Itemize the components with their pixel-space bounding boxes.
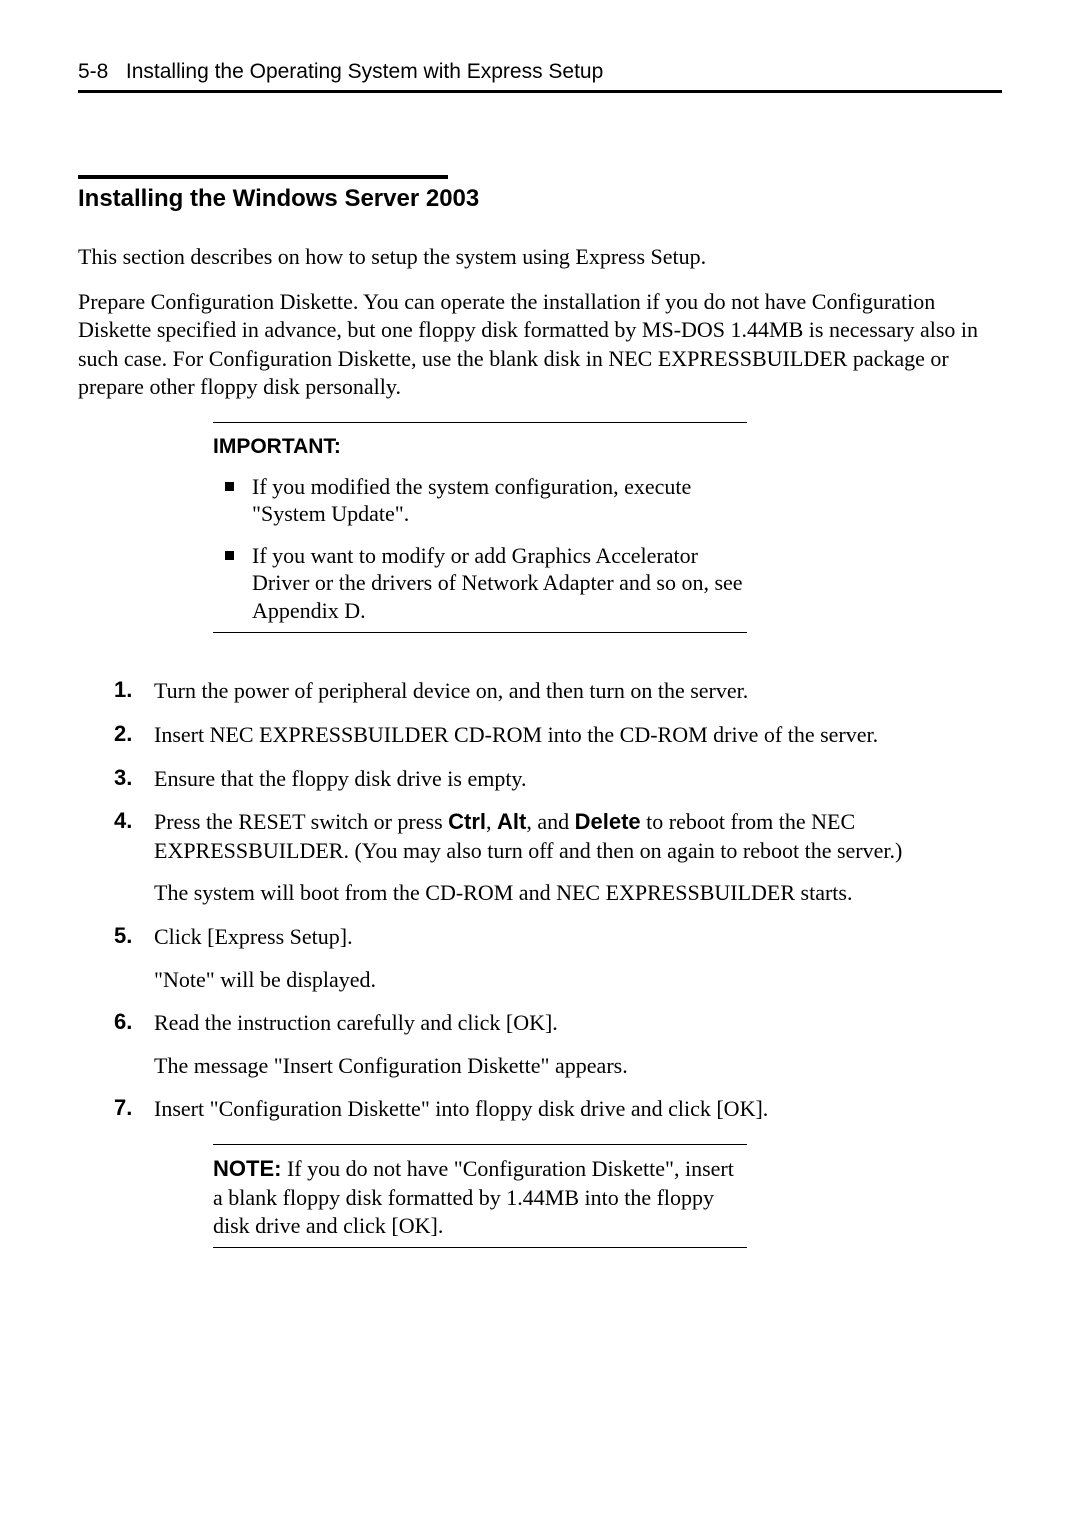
step-item: 7. Insert "Configuration Diskette" into … (114, 1095, 1002, 1124)
step-body: Press the RESET switch or press Ctrl, Al… (154, 808, 1002, 908)
note-rule-top (213, 1144, 747, 1145)
important-rule-bottom (213, 632, 747, 633)
square-bullet-icon (225, 482, 234, 491)
step-text: The system will boot from the CD-ROM and… (154, 879, 1002, 908)
note-rule-bottom (213, 1247, 747, 1248)
note-text: NOTE: If you do not have "Configuration … (213, 1155, 747, 1241)
step-body: Ensure that the floppy disk drive is emp… (154, 765, 527, 794)
steps-list: 1. Turn the power of peripheral device o… (114, 677, 1002, 1124)
important-item-text: If you want to modify or add Graphics Ac… (252, 542, 747, 625)
step-text: Ensure that the floppy disk drive is emp… (154, 765, 527, 794)
step-text: Insert NEC EXPRESSBUILDER CD-ROM into th… (154, 721, 878, 750)
step-body: Turn the power of peripheral device on, … (154, 677, 748, 706)
step-text-pre: Press the RESET switch or press (154, 809, 448, 834)
note-body: If you do not have "Configuration Disket… (213, 1156, 734, 1238)
step-number: 2. (114, 721, 154, 747)
step-item: 3. Ensure that the floppy disk drive is … (114, 765, 1002, 794)
step-text: Click [Express Setup]. (154, 923, 376, 952)
section-title-rule (78, 175, 448, 179)
page-number: 5-8 (78, 60, 108, 83)
step-body: Insert "Configuration Diskette" into flo… (154, 1095, 768, 1124)
important-box: IMPORTANT: If you modified the system co… (213, 422, 747, 634)
step-body: Read the instruction carefully and click… (154, 1009, 628, 1080)
important-item: If you want to modify or add Graphics Ac… (213, 542, 747, 625)
header-title: Installing the Operating System with Exp… (126, 60, 603, 83)
step-body: Click [Express Setup]. "Note" will be di… (154, 923, 376, 994)
step-text: Turn the power of peripheral device on, … (154, 677, 748, 706)
alt-key: Alt (497, 809, 526, 834)
step-sep: , and (526, 809, 574, 834)
step-number: 4. (114, 808, 154, 834)
step-item: 6. Read the instruction carefully and cl… (114, 1009, 1002, 1080)
step-sep: , (486, 809, 497, 834)
step-item: 4. Press the RESET switch or press Ctrl,… (114, 808, 1002, 908)
intro-paragraph-2: Prepare Configuration Diskette. You can … (78, 288, 1002, 402)
note-label: NOTE: (213, 1156, 281, 1181)
important-list: If you modified the system configuration… (213, 473, 747, 625)
delete-key: Delete (575, 809, 641, 834)
intro-paragraph-1: This section describes on how to setup t… (78, 243, 1002, 272)
important-item: If you modified the system configuration… (213, 473, 747, 528)
important-label: IMPORTANT: (213, 435, 747, 459)
step-number: 3. (114, 765, 154, 791)
step-number: 5. (114, 923, 154, 949)
step-text: Insert "Configuration Diskette" into flo… (154, 1095, 768, 1124)
note-box: NOTE: If you do not have "Configuration … (213, 1144, 747, 1248)
step-number: 6. (114, 1009, 154, 1035)
square-bullet-icon (225, 551, 234, 560)
page-header: 5-8 Installing the Operating System with… (78, 60, 1002, 93)
step-item: 5. Click [Express Setup]. "Note" will be… (114, 923, 1002, 994)
step-body: Insert NEC EXPRESSBUILDER CD-ROM into th… (154, 721, 878, 750)
step-item: 1. Turn the power of peripheral device o… (114, 677, 1002, 706)
step-item: 2. Insert NEC EXPRESSBUILDER CD-ROM into… (114, 721, 1002, 750)
step-text: "Note" will be displayed. (154, 966, 376, 995)
ctrl-key: Ctrl (448, 809, 486, 834)
step-number: 7. (114, 1095, 154, 1121)
step-number: 1. (114, 677, 154, 703)
step-text: Read the instruction carefully and click… (154, 1009, 628, 1038)
step-text: The message "Insert Configuration Disket… (154, 1052, 628, 1081)
important-rule-top (213, 422, 747, 423)
important-item-text: If you modified the system configuration… (252, 473, 747, 528)
step-text: Press the RESET switch or press Ctrl, Al… (154, 808, 1002, 865)
section-title: Installing the Windows Server 2003 (78, 185, 1002, 213)
